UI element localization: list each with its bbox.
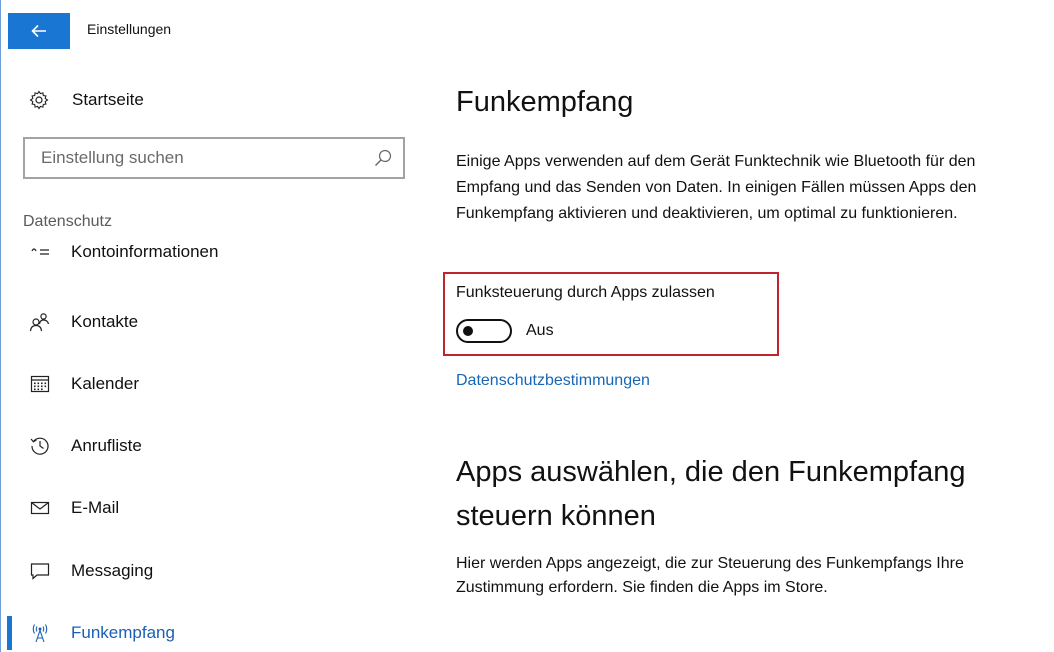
app-title: Einstellungen bbox=[87, 21, 172, 37]
history-icon bbox=[28, 434, 52, 458]
sidebar-item-call-history[interactable]: Anrufliste bbox=[1, 426, 421, 466]
sidebar-item-label: E-Mail bbox=[71, 498, 120, 517]
sidebar-item-radios[interactable]: Funkempfang bbox=[1, 613, 421, 652]
sidebar-item-email[interactable]: E-Mail bbox=[1, 488, 421, 528]
group-label: Datenschutz bbox=[23, 213, 112, 230]
sidebar-item-home[interactable]: Startseite bbox=[28, 88, 144, 112]
search-box[interactable] bbox=[23, 137, 405, 179]
scroll-clip: Kontoinformationen bbox=[1, 242, 421, 266]
radio-control-toggle[interactable] bbox=[456, 319, 512, 343]
radio-icon bbox=[28, 621, 52, 645]
toggle-label: Funksteuerung durch Apps zulassen bbox=[456, 284, 715, 301]
sidebar-item-label: Kalender bbox=[71, 374, 140, 393]
sidebar-item-label: Kontakte bbox=[71, 312, 139, 331]
sidebar-item-label: Messaging bbox=[71, 561, 154, 580]
page-title: Funkempfang bbox=[456, 86, 634, 118]
search-icon[interactable] bbox=[373, 148, 393, 168]
toggle-knob bbox=[463, 326, 473, 336]
page-description: Einige Apps verwenden auf dem Gerät Funk… bbox=[456, 153, 977, 222]
section-description: Hier werden Apps angezeigt, die zur Steu… bbox=[456, 555, 964, 596]
title-bar: Einstellungen bbox=[1, 0, 1054, 64]
arrow-left-icon bbox=[31, 24, 46, 38]
sidebar-item-messaging[interactable]: Messaging bbox=[1, 551, 421, 591]
gear-icon bbox=[28, 89, 50, 111]
contacts-icon bbox=[28, 310, 52, 334]
section-title: Apps auswählen, die den Funkempfang steu… bbox=[456, 456, 966, 532]
settings-window: Einstellungen Startseite Datenschutz bbox=[0, 0, 1054, 652]
search-input[interactable] bbox=[39, 147, 363, 169]
back-button[interactable] bbox=[8, 13, 70, 49]
privacy-statement-link[interactable]: Datenschutzbestimmungen bbox=[456, 372, 650, 390]
sidebar-item-calendar[interactable]: Kalender bbox=[1, 364, 421, 404]
mail-icon bbox=[28, 496, 52, 520]
sidebar-item-label: Kontoinformationen bbox=[71, 242, 219, 261]
sidebar-item-label: Anrufliste bbox=[71, 436, 142, 455]
sidebar-item-contacts[interactable]: Kontakte bbox=[1, 302, 421, 342]
account-info-icon bbox=[28, 242, 52, 264]
calendar-icon bbox=[28, 372, 52, 396]
sidebar: Startseite Datenschutz Kon bbox=[1, 64, 421, 652]
toggle-state-label: Aus bbox=[526, 322, 554, 339]
message-icon bbox=[28, 559, 52, 583]
sidebar-item-label: Funkempfang bbox=[71, 623, 175, 642]
sidebar-item-label: Startseite bbox=[72, 90, 144, 109]
toggle-row: Aus bbox=[456, 319, 554, 343]
sidebar-item-account-info[interactable]: Kontoinformationen bbox=[1, 242, 421, 266]
